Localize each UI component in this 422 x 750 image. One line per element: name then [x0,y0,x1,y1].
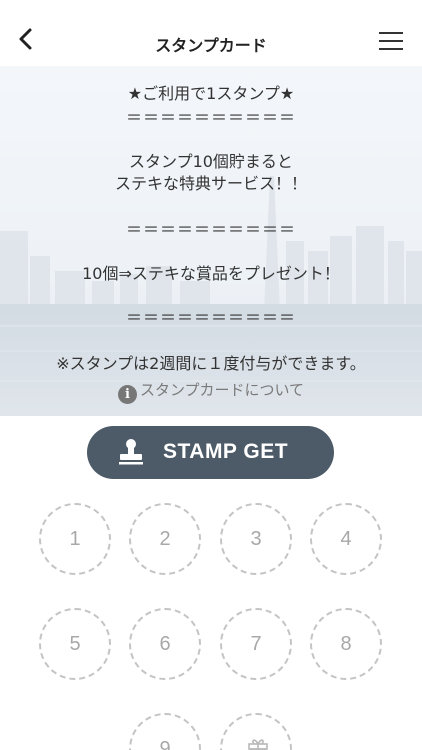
about-link-label: スタンプカードについて [139,381,305,399]
stamp-slot-number: 6 [159,633,171,655]
separator-3: ＝＝＝＝＝＝＝＝＝＝ [125,308,296,327]
hero-line-2: スタンプ10個貯まると [129,152,293,171]
stamp-slot-number: 1 [69,528,81,550]
hero-line-3: ステキな特典サービス！！ [114,174,307,193]
stamp-slot-3: 3 [220,503,292,575]
stamp-slot-1: 1 [39,503,111,575]
stamp-slot-9: 9 [129,713,201,750]
stamp-slot-2: 2 [129,503,201,575]
hero-line-5: ※スタンプは2週間に１度付与ができます。 [56,354,366,373]
separator-1: ＝＝＝＝＝＝＝＝＝＝ [125,108,296,127]
stamp-slot-number: 7 [250,633,262,655]
separator-2: ＝＝＝＝＝＝＝＝＝＝ [125,220,296,239]
stamp-get-button[interactable]: STAMP GET [87,426,334,479]
info-icon: i [117,385,137,404]
stamp-slot-number: 4 [340,528,352,550]
hamburger-menu-icon[interactable] [378,30,404,52]
stamp-slot-4: 4 [310,503,382,575]
stamp-icon [119,439,143,465]
stamp-slot-8: 8 [310,608,382,680]
gift-icon [248,739,268,750]
stamp-slot-5: 5 [39,608,111,680]
stamp-card-description: ★ご利用で1スタンプ★ ＝＝＝＝＝＝＝＝＝＝ スタンプ10個貯まると ステキな特… [0,66,422,416]
stamp-slot-number: 8 [340,633,352,655]
stamp-slot-number: 3 [250,528,262,550]
page-title: スタンプカード [155,36,267,55]
stamp-get-label: STAMP GET [163,440,289,463]
stamp-slot-number: 9 [159,738,171,750]
hero-line-1: ★ご利用で1スタンプ★ [127,84,295,103]
stamp-slot-reward [220,713,292,750]
about-stamp-card-link[interactable]: i スタンプカードについて [0,379,422,404]
hero-banner: ★ご利用で1スタンプ★ ＝＝＝＝＝＝＝＝＝＝ スタンプ10個貯まると ステキな特… [0,66,422,416]
stamp-slot-number: 2 [159,528,171,550]
app-header: スタンプカード [0,0,422,66]
stamp-slot-7: 7 [220,608,292,680]
stamp-slot-6: 6 [129,608,201,680]
hero-line-4: 10個⇒ステキな賞品をプレゼント！ [82,264,340,283]
stamp-slot-number: 5 [69,633,81,655]
